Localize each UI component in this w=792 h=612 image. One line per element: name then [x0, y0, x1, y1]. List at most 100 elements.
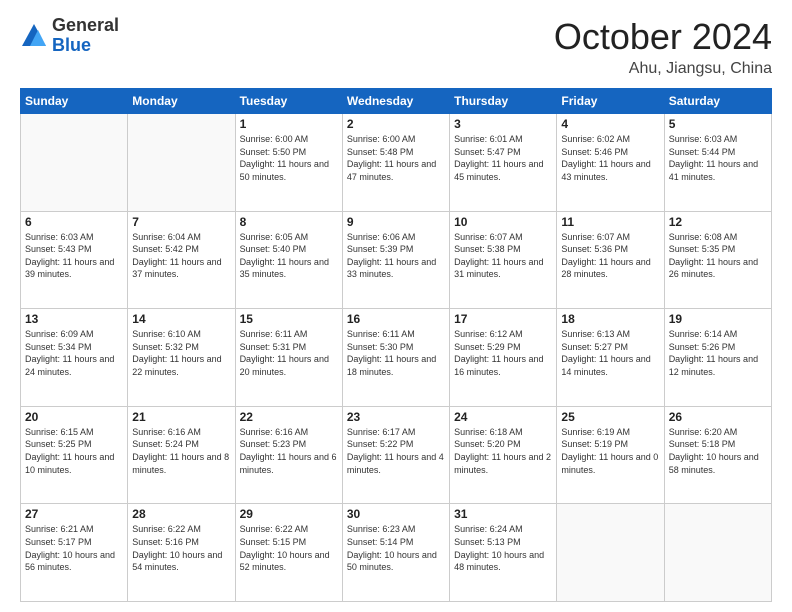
calendar-cell [21, 114, 128, 212]
day-info: Sunrise: 6:10 AM Sunset: 5:32 PM Dayligh… [132, 328, 230, 378]
calendar-cell: 15 Sunrise: 6:11 AM Sunset: 5:31 PM Dayli… [235, 309, 342, 407]
day-number: 23 [347, 410, 445, 424]
weekday-header-cell: Wednesday [342, 89, 449, 114]
calendar-week-row: 1 Sunrise: 6:00 AM Sunset: 5:50 PM Daylig… [21, 114, 772, 212]
calendar-cell: 25Sunrise: 6:19 AM Sunset: 5:19 PM Dayli… [557, 406, 664, 504]
day-number: 28 [132, 507, 230, 521]
location-title: Ahu, Jiangsu, China [554, 60, 772, 78]
day-number: 31 [454, 507, 552, 521]
calendar-cell [128, 114, 235, 212]
calendar-cell: 21 Sunrise: 6:16 AM Sunset: 5:24 PM Dayli… [128, 406, 235, 504]
calendar-cell: 1 Sunrise: 6:00 AM Sunset: 5:50 PM Daylig… [235, 114, 342, 212]
calendar-cell [664, 504, 771, 602]
day-number: 11 [561, 215, 659, 229]
calendar-cell: 20Sunrise: 6:15 AM Sunset: 5:25 PM Dayli… [21, 406, 128, 504]
calendar-cell: 6Sunrise: 6:03 AM Sunset: 5:43 PM Daylig… [21, 211, 128, 309]
month-title: October 2024 [554, 16, 772, 58]
weekday-header-row: SundayMondayTuesdayWednesdayThursdayFrid… [21, 89, 772, 114]
calendar-week-row: 27 Sunrise: 6:21 AM Sunset: 5:17 PM Dayli… [21, 504, 772, 602]
calendar-cell: 12Sunrise: 6:08 AM Sunset: 5:35 PM Dayli… [664, 211, 771, 309]
calendar-cell: 28 Sunrise: 6:22 AM Sunset: 5:16 PM Dayli… [128, 504, 235, 602]
calendar-cell: 19 Sunrise: 6:14 AM Sunset: 5:26 PM Dayli… [664, 309, 771, 407]
day-number: 8 [240, 215, 338, 229]
page: General Blue October 2024 Ahu, Jiangsu, … [0, 0, 792, 612]
calendar-week-row: 20Sunrise: 6:15 AM Sunset: 5:25 PM Dayli… [21, 406, 772, 504]
day-number: 14 [132, 312, 230, 326]
calendar-cell: 31 Sunrise: 6:24 AM Sunset: 5:13 PM Dayli… [450, 504, 557, 602]
calendar-cell: 2Sunrise: 6:00 AM Sunset: 5:48 PM Daylig… [342, 114, 449, 212]
day-info: Sunrise: 6:13 AM Sunset: 5:27 PM Dayligh… [561, 328, 659, 378]
day-info: Sunrise: 6:18 AM Sunset: 5:20 PM Dayligh… [454, 426, 552, 476]
day-number: 1 [240, 117, 338, 131]
calendar-cell: 30 Sunrise: 6:23 AM Sunset: 5:14 PM Dayli… [342, 504, 449, 602]
day-info: Sunrise: 6:24 AM Sunset: 5:13 PM Dayligh… [454, 523, 552, 573]
weekday-header-cell: Saturday [664, 89, 771, 114]
day-info: Sunrise: 6:22 AM Sunset: 5:16 PM Dayligh… [132, 523, 230, 573]
weekday-header-cell: Tuesday [235, 89, 342, 114]
calendar-cell: 11 Sunrise: 6:07 AM Sunset: 5:36 PM Dayli… [557, 211, 664, 309]
day-number: 26 [669, 410, 767, 424]
day-number: 17 [454, 312, 552, 326]
day-info: Sunrise: 6:17 AM Sunset: 5:22 PM Dayligh… [347, 426, 445, 476]
day-number: 27 [25, 507, 123, 521]
day-number: 18 [561, 312, 659, 326]
weekday-header-cell: Sunday [21, 89, 128, 114]
day-number: 3 [454, 117, 552, 131]
calendar-cell: 17 Sunrise: 6:12 AM Sunset: 5:29 PM Dayli… [450, 309, 557, 407]
calendar-cell: 18 Sunrise: 6:13 AM Sunset: 5:27 PM Dayli… [557, 309, 664, 407]
day-number: 29 [240, 507, 338, 521]
day-info: Sunrise: 6:15 AM Sunset: 5:25 PM Dayligh… [25, 426, 123, 476]
weekday-header-cell: Thursday [450, 89, 557, 114]
day-info: Sunrise: 6:16 AM Sunset: 5:24 PM Dayligh… [132, 426, 230, 476]
day-info: Sunrise: 6:14 AM Sunset: 5:26 PM Dayligh… [669, 328, 767, 378]
calendar-cell: 14 Sunrise: 6:10 AM Sunset: 5:32 PM Dayli… [128, 309, 235, 407]
day-info: Sunrise: 6:19 AM Sunset: 5:19 PM Dayligh… [561, 426, 659, 476]
day-number: 15 [240, 312, 338, 326]
day-info: Sunrise: 6:01 AM Sunset: 5:47 PM Dayligh… [454, 133, 552, 183]
day-number: 22 [240, 410, 338, 424]
day-info: Sunrise: 6:07 AM Sunset: 5:38 PM Dayligh… [454, 231, 552, 281]
logo-blue: Blue [52, 35, 91, 55]
calendar-cell: 22Sunrise: 6:16 AM Sunset: 5:23 PM Dayli… [235, 406, 342, 504]
calendar-cell: 10 Sunrise: 6:07 AM Sunset: 5:38 PM Dayli… [450, 211, 557, 309]
day-info: Sunrise: 6:06 AM Sunset: 5:39 PM Dayligh… [347, 231, 445, 281]
logo-text: General Blue [52, 16, 119, 56]
calendar-cell: 16Sunrise: 6:11 AM Sunset: 5:30 PM Dayli… [342, 309, 449, 407]
day-info: Sunrise: 6:02 AM Sunset: 5:46 PM Dayligh… [561, 133, 659, 183]
calendar-cell: 23 Sunrise: 6:17 AM Sunset: 5:22 PM Dayli… [342, 406, 449, 504]
calendar-cell: 3 Sunrise: 6:01 AM Sunset: 5:47 PM Daylig… [450, 114, 557, 212]
day-info: Sunrise: 6:07 AM Sunset: 5:36 PM Dayligh… [561, 231, 659, 281]
calendar-cell: 4Sunrise: 6:02 AM Sunset: 5:46 PM Daylig… [557, 114, 664, 212]
day-number: 10 [454, 215, 552, 229]
day-number: 5 [669, 117, 767, 131]
day-info: Sunrise: 6:00 AM Sunset: 5:50 PM Dayligh… [240, 133, 338, 183]
calendar-cell: 8Sunrise: 6:05 AM Sunset: 5:40 PM Daylig… [235, 211, 342, 309]
day-info: Sunrise: 6:20 AM Sunset: 5:18 PM Dayligh… [669, 426, 767, 476]
calendar-cell: 7Sunrise: 6:04 AM Sunset: 5:42 PM Daylig… [128, 211, 235, 309]
day-number: 24 [454, 410, 552, 424]
day-number: 13 [25, 312, 123, 326]
day-number: 2 [347, 117, 445, 131]
day-info: Sunrise: 6:03 AM Sunset: 5:43 PM Dayligh… [25, 231, 123, 281]
logo: General Blue [20, 16, 119, 56]
logo-general: General [52, 15, 119, 35]
day-info: Sunrise: 6:23 AM Sunset: 5:14 PM Dayligh… [347, 523, 445, 573]
day-info: Sunrise: 6:11 AM Sunset: 5:31 PM Dayligh… [240, 328, 338, 378]
day-number: 16 [347, 312, 445, 326]
calendar-cell: 27 Sunrise: 6:21 AM Sunset: 5:17 PM Dayli… [21, 504, 128, 602]
day-number: 21 [132, 410, 230, 424]
calendar-body: 1 Sunrise: 6:00 AM Sunset: 5:50 PM Daylig… [21, 114, 772, 602]
logo-icon [20, 22, 48, 50]
day-info: Sunrise: 6:04 AM Sunset: 5:42 PM Dayligh… [132, 231, 230, 281]
day-info: Sunrise: 6:08 AM Sunset: 5:35 PM Dayligh… [669, 231, 767, 281]
day-info: Sunrise: 6:22 AM Sunset: 5:15 PM Dayligh… [240, 523, 338, 573]
day-info: Sunrise: 6:12 AM Sunset: 5:29 PM Dayligh… [454, 328, 552, 378]
weekday-header-cell: Friday [557, 89, 664, 114]
day-number: 19 [669, 312, 767, 326]
calendar-cell: 29 Sunrise: 6:22 AM Sunset: 5:15 PM Dayli… [235, 504, 342, 602]
day-number: 30 [347, 507, 445, 521]
header: General Blue October 2024 Ahu, Jiangsu, … [20, 16, 772, 78]
day-info: Sunrise: 6:21 AM Sunset: 5:17 PM Dayligh… [25, 523, 123, 573]
calendar-cell: 13Sunrise: 6:09 AM Sunset: 5:34 PM Dayli… [21, 309, 128, 407]
calendar-cell: 24 Sunrise: 6:18 AM Sunset: 5:20 PM Dayli… [450, 406, 557, 504]
